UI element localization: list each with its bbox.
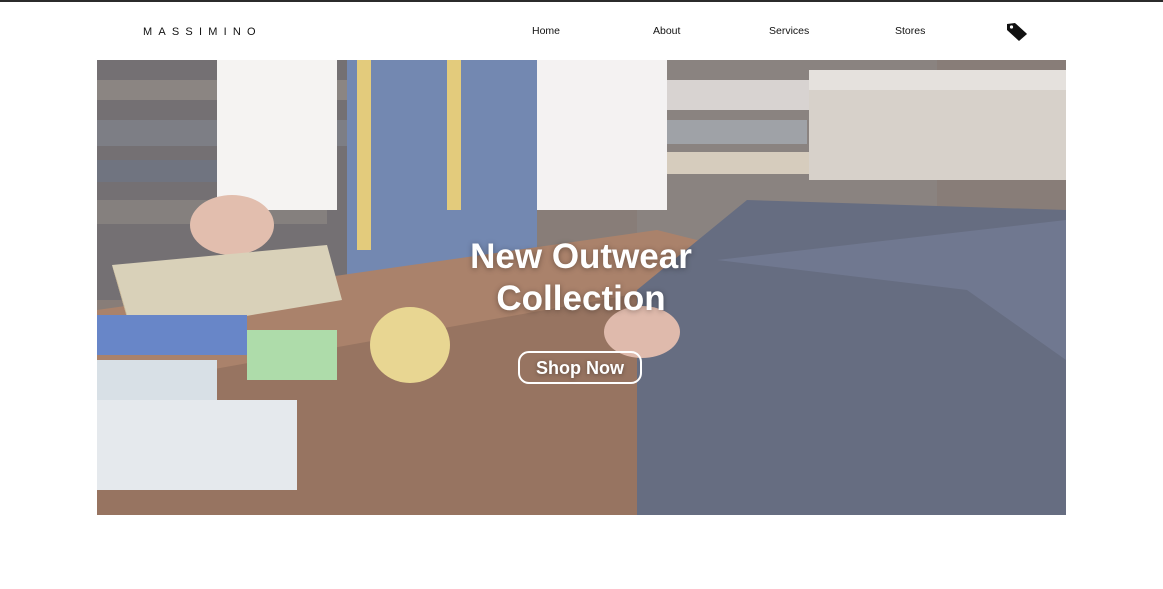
top-navbar: MASSIMINO Home About Services Stores [0,2,1163,60]
brand-logo[interactable]: MASSIMINO [143,26,262,38]
nav-link-stores[interactable]: Stores [895,25,925,37]
hero-headline-line1: New Outwear [470,237,692,277]
hero-headline-line2: Collection [496,279,666,319]
nav-link-services[interactable]: Services [769,25,809,37]
price-tag-icon[interactable] [1006,22,1028,42]
nav-link-about[interactable]: About [653,25,680,37]
hero-banner: New Outwear Collection Shop Now [97,60,1066,515]
hero-headline: New Outwear Collection [431,236,731,320]
shop-now-button[interactable]: Shop Now [518,351,642,384]
nav-link-home[interactable]: Home [532,25,560,37]
